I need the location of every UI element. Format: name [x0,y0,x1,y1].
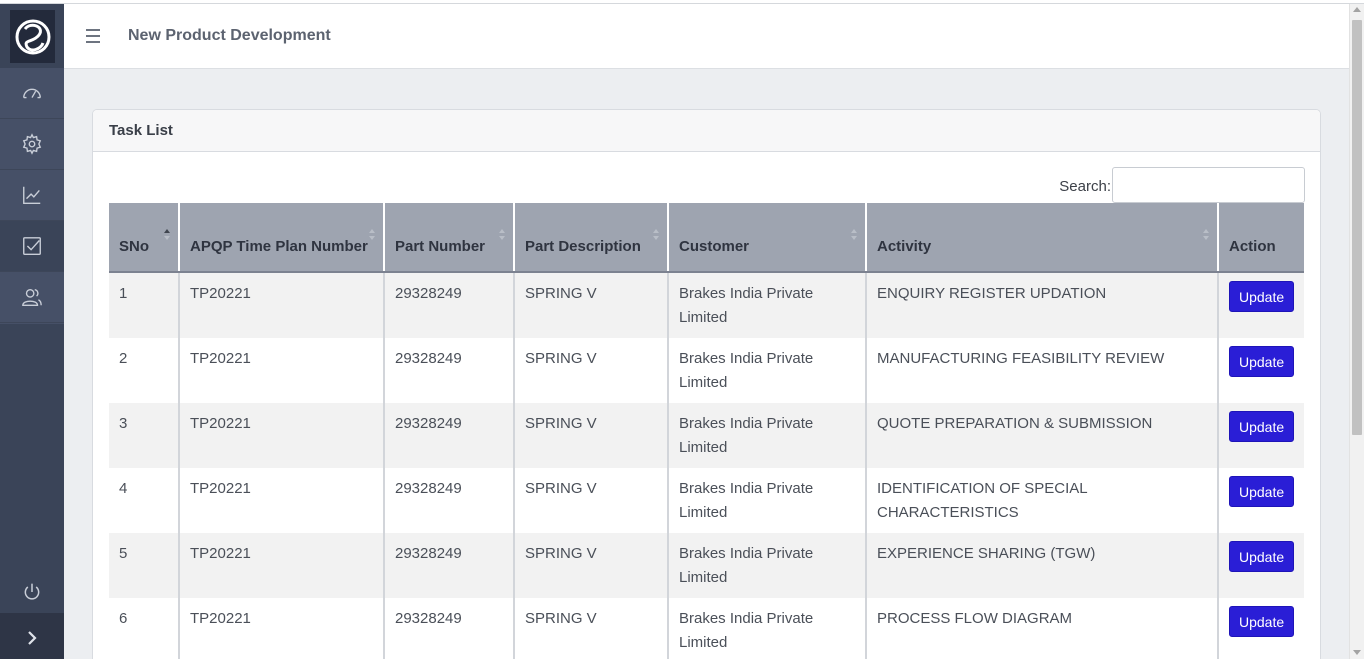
chevron-right-icon [28,631,37,645]
cell-plan: TP20221 [179,403,385,468]
sort-icon [1203,229,1209,243]
cell-action: Update [1218,598,1304,659]
cell-part-description: SPRING V [514,338,669,403]
cell-customer: Brakes India Private Limited [668,403,867,468]
update-button[interactable]: Update [1229,606,1295,637]
cell-sno: 4 [109,468,180,533]
table-row: 5 TP20221 29328249 SPRING V Brakes India… [109,533,1304,598]
sort-icon [499,229,505,243]
task-table: SNo APQP Time Plan Number Part Number Pa… [109,203,1304,659]
column-header-sno[interactable]: SNo [109,203,180,273]
sidebar-item-settings[interactable] [0,119,64,170]
search-input[interactable] [1112,167,1305,203]
table-header-row: SNo APQP Time Plan Number Part Number Pa… [109,203,1304,273]
update-button[interactable]: Update [1229,346,1295,377]
cell-part-description: SPRING V [514,403,669,468]
cell-activity: QUOTE PREPARATION & SUBMISSION [866,403,1219,468]
cell-sno: 2 [109,338,180,403]
scroll-up-arrow-icon[interactable] [1353,7,1361,12]
cell-part-number: 29328249 [384,272,515,338]
menu-toggle-icon[interactable] [86,29,102,43]
sort-icon [851,229,857,243]
update-button[interactable]: Update [1229,411,1295,442]
column-header-part-description[interactable]: Part Description [514,203,669,273]
cell-customer: Brakes India Private Limited [668,338,867,403]
sort-icon [369,229,375,243]
column-header-activity[interactable]: Activity [866,203,1219,273]
logout-button[interactable] [0,572,64,612]
column-header-action: Action [1218,203,1304,273]
line-chart-icon [23,186,41,204]
table-row: 1 TP20221 29328249 SPRING V Brakes India… [109,272,1304,338]
scroll-down-arrow-icon[interactable] [1353,650,1361,655]
table-row: 3 TP20221 29328249 SPRING V Brakes India… [109,403,1304,468]
cell-part-description: SPRING V [514,533,669,598]
cell-customer: Brakes India Private Limited [668,598,867,659]
sidebar-item-tasks[interactable] [0,221,64,272]
cell-sno: 5 [109,533,180,598]
sidebar-expand-button[interactable] [0,613,64,659]
sidebar-item-reports[interactable] [0,170,64,221]
sidebar-nav [0,68,64,324]
cell-part-number: 29328249 [384,468,515,533]
cell-activity: ENQUIRY REGISTER UPDATION [866,272,1219,338]
card-title: Task List [93,110,1320,152]
cell-action: Update [1218,338,1304,403]
cell-part-description: SPRING V [514,598,669,659]
cell-sno: 6 [109,598,180,659]
cell-activity: EXPERIENCE SHARING (TGW) [866,533,1219,598]
power-icon [24,583,40,600]
cell-part-number: 29328249 [384,338,515,403]
cell-plan: TP20221 [179,533,385,598]
app-logo[interactable] [10,10,55,63]
cell-sno: 1 [109,272,180,338]
sort-asc-icon [164,229,170,243]
task-list-card: Task List Search: SNo APQP Time Plan Num… [92,109,1321,659]
cell-action: Update [1218,403,1304,468]
users-icon [22,288,42,306]
cell-action: Update [1218,272,1304,338]
cell-customer: Brakes India Private Limited [668,533,867,598]
cell-part-description: SPRING V [514,468,669,533]
cell-activity: PROCESS FLOW DIAGRAM [866,598,1219,659]
column-header-plan[interactable]: APQP Time Plan Number [179,203,385,273]
cell-part-number: 29328249 [384,533,515,598]
cell-plan: TP20221 [179,468,385,533]
cell-plan: TP20221 [179,598,385,659]
sidebar-item-users[interactable] [0,272,64,323]
cell-plan: TP20221 [179,272,385,338]
table-row: 2 TP20221 29328249 SPRING V Brakes India… [109,338,1304,403]
search-label: Search: [1059,178,1111,195]
cell-action: Update [1218,468,1304,533]
cell-customer: Brakes India Private Limited [668,468,867,533]
cell-activity: MANUFACTURING FEASIBILITY REVIEW [866,338,1219,403]
checkbox-icon [23,237,41,255]
column-header-customer[interactable]: Customer [668,203,867,273]
cell-customer: Brakes India Private Limited [668,272,867,338]
scrollbar-thumb[interactable] [1352,20,1362,435]
table-row: 6 TP20221 29328249 SPRING V Brakes India… [109,598,1304,659]
update-button[interactable]: Update [1229,281,1295,312]
update-button[interactable]: Update [1229,541,1295,572]
gear-icon [22,133,42,155]
dashboard-icon [23,88,41,99]
cell-activity: IDENTIFICATION OF SPECIAL CHARACTERISTIC… [866,468,1219,533]
cell-plan: TP20221 [179,338,385,403]
top-header: New Product Development [64,4,1349,69]
cell-part-number: 29328249 [384,403,515,468]
sidebar [0,4,64,659]
cell-part-number: 29328249 [384,598,515,659]
page-title: New Product Development [128,27,331,44]
update-button[interactable]: Update [1229,476,1295,507]
swirl-logo-icon [15,19,50,54]
table-row: 4 TP20221 29328249 SPRING V Brakes India… [109,468,1304,533]
cell-sno: 3 [109,403,180,468]
page-scrollbar[interactable] [1349,4,1364,659]
sidebar-item-dashboard[interactable] [0,68,64,119]
cell-action: Update [1218,533,1304,598]
cell-part-description: SPRING V [514,272,669,338]
sort-icon [653,229,659,243]
search-row: Search: [93,167,1305,203]
column-header-part-number[interactable]: Part Number [384,203,515,273]
